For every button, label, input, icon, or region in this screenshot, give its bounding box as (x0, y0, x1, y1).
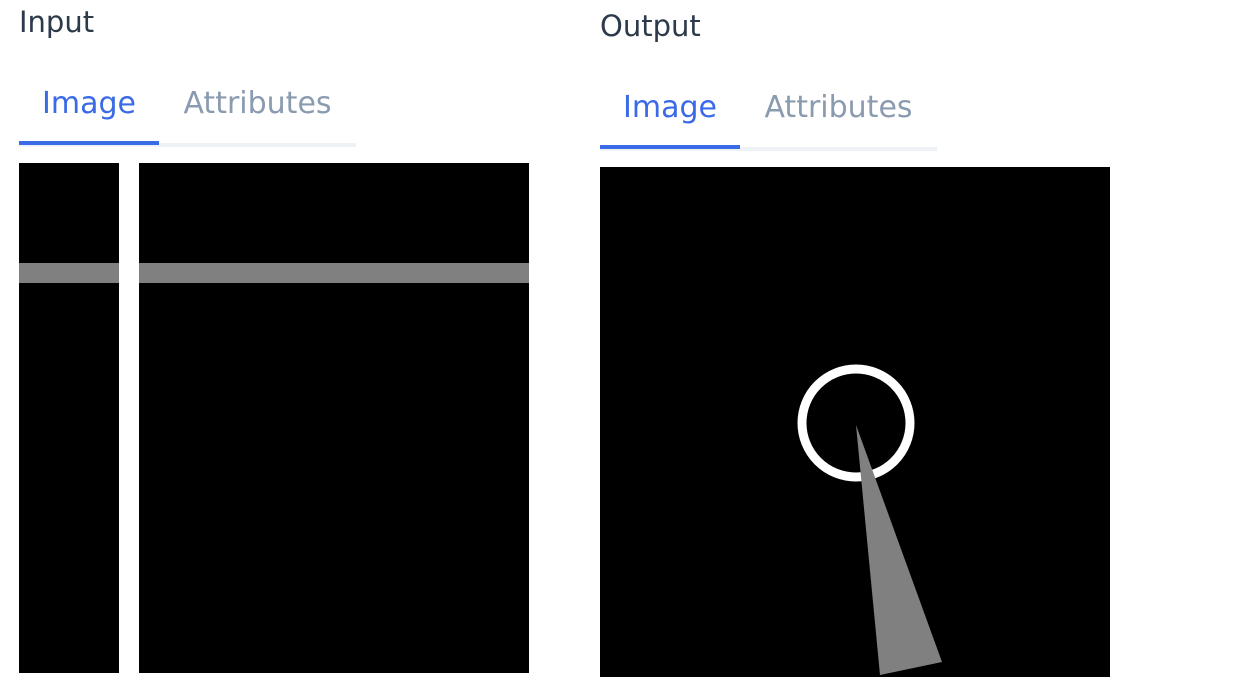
output-background (600, 167, 1110, 677)
output-tab-image[interactable]: Image (600, 86, 740, 149)
output-panel-title: Output (600, 9, 701, 43)
input-tab-image[interactable]: Image (19, 82, 159, 145)
output-tab-attributes[interactable]: Attributes (740, 86, 937, 149)
input-background (19, 163, 529, 673)
input-image-graphic (19, 163, 529, 673)
input-image (19, 163, 529, 673)
vertical-white-bar (119, 163, 139, 673)
horizontal-gray-bar (19, 263, 529, 283)
output-image-graphic (600, 167, 1110, 677)
output-image (600, 167, 1110, 677)
input-tab-attributes[interactable]: Attributes (159, 82, 356, 145)
output-tab-bar: Image Attributes (600, 84, 937, 151)
input-tab-bar: Image Attributes (19, 80, 356, 147)
input-panel-title: Input (19, 5, 95, 39)
